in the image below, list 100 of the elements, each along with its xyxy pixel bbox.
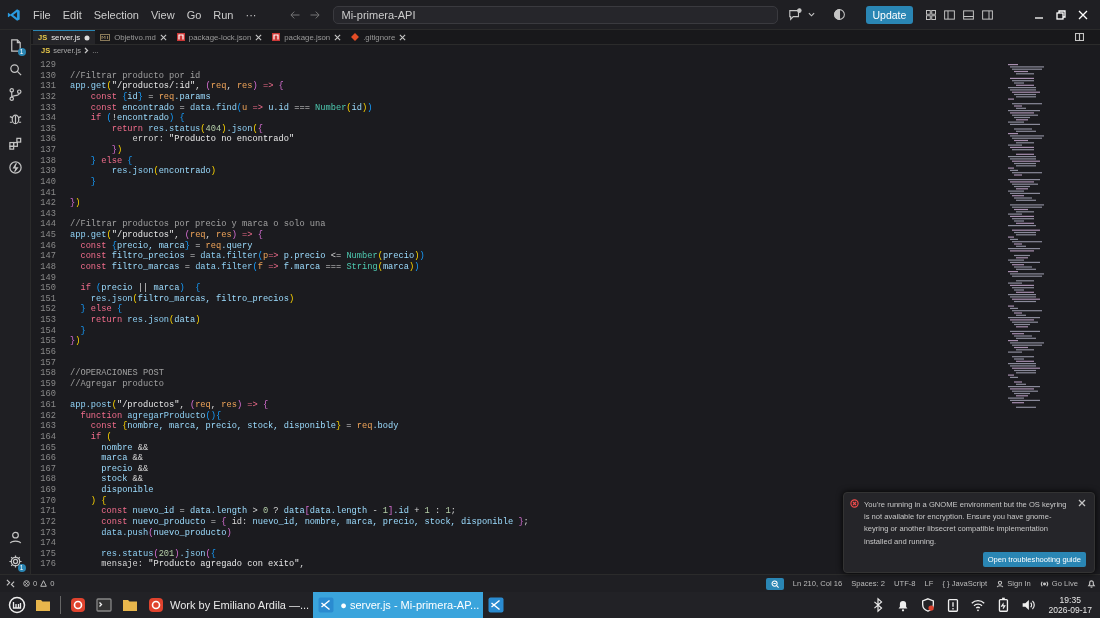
close-icon[interactable] xyxy=(159,33,167,41)
grid-layout-icon[interactable] xyxy=(925,8,938,21)
code-line: }) xyxy=(70,198,81,209)
code-line: disponible xyxy=(100,485,154,496)
line-number: 159 xyxy=(39,378,57,390)
warning-icon xyxy=(40,580,48,587)
shield-icon[interactable] xyxy=(919,597,936,613)
line-number: 176 xyxy=(39,559,57,570)
code-line: } xyxy=(89,176,97,188)
line-number: 142 xyxy=(39,198,57,209)
line-number: 150 xyxy=(39,283,57,294)
code-line: if ( xyxy=(89,431,112,443)
close-icon[interactable] xyxy=(334,33,342,41)
code-line: res.json(filtro_marcas, filtro_precios) xyxy=(89,293,295,304)
code-line: }) xyxy=(70,336,81,347)
chevron-down-icon[interactable] xyxy=(807,11,815,18)
zoom-button[interactable] xyxy=(765,577,784,590)
line-number: 144 xyxy=(39,219,57,230)
panel-layout-icon[interactable] xyxy=(962,8,976,21)
wifi-icon[interactable] xyxy=(969,597,986,613)
close-icon[interactable] xyxy=(399,33,407,41)
menu-item[interactable]: Run xyxy=(207,6,240,23)
chevron-right-icon xyxy=(84,47,90,54)
line-number: 134 xyxy=(39,113,57,124)
line-number: 171 xyxy=(39,506,57,517)
line-number: 143 xyxy=(39,208,57,220)
line-number: 158 xyxy=(39,368,57,379)
app-logo-icon xyxy=(7,7,21,22)
sidebar-layout-icon[interactable] xyxy=(943,8,957,21)
line-number: 148 xyxy=(39,261,57,273)
code-line: //OPERACIONES POST xyxy=(70,368,164,379)
secondary-sidebar-icon[interactable] xyxy=(981,8,995,21)
menu-item[interactable]: Selection xyxy=(87,6,145,23)
code-line: res.status(201).json({ xyxy=(100,548,216,559)
line-number: 130 xyxy=(39,70,57,82)
notification-bell-icon[interactable] xyxy=(1087,579,1096,588)
line-number: 146 xyxy=(39,240,57,252)
taskbar-button[interactable]: Work by Emiliano Ardila —... xyxy=(143,592,314,618)
extensions-icon[interactable] xyxy=(7,135,23,151)
unsaved-dot-icon[interactable] xyxy=(84,34,91,41)
clock-date[interactable]: 2026-09-17 xyxy=(1048,605,1092,615)
line-number: 173 xyxy=(39,527,57,539)
line-number: 174 xyxy=(39,538,57,549)
menu-item[interactable]: File xyxy=(27,6,57,23)
restore-icon[interactable] xyxy=(1056,9,1066,20)
search-icon[interactable] xyxy=(7,62,23,78)
code-line: return res.status(404).json({ xyxy=(110,123,263,134)
line-number: 129 xyxy=(39,60,57,71)
code-line: const filtro_precios = data.filter(p=> p.precio <= Number(precio)) xyxy=(79,251,425,262)
forward-arrow-icon[interactable] xyxy=(308,8,321,21)
code-line: marca && xyxy=(100,453,143,464)
line-number: 136 xyxy=(39,134,57,145)
line-number: 153 xyxy=(39,315,57,326)
code-line: const filtro_marcas = data.filter(f => f.marca === String(marca)) xyxy=(79,261,420,273)
menu-item[interactable]: View xyxy=(144,6,181,23)
menu-item[interactable]: Go xyxy=(180,6,208,23)
settings-icon[interactable] xyxy=(7,554,23,570)
code-line: } else { xyxy=(79,304,123,315)
remote-icon[interactable] xyxy=(6,579,15,588)
source-control-icon[interactable] xyxy=(7,86,23,102)
code-line: app.get("/productos/:id", (req, res) => { xyxy=(70,81,284,92)
account-icon[interactable] xyxy=(7,529,23,545)
line-number: 139 xyxy=(39,166,57,177)
line-number: 163 xyxy=(39,421,57,432)
code-line: app.post("/productos", (req, res) => { xyxy=(70,400,269,411)
line-number: 138 xyxy=(39,155,57,167)
line-number: 140 xyxy=(39,176,57,188)
code-line: }) xyxy=(110,145,123,156)
line-number: 132 xyxy=(39,91,57,103)
line-number: 152 xyxy=(39,304,57,315)
code-line: mensaje: "Producto agregado con exito", xyxy=(100,559,305,570)
chat-icon[interactable] xyxy=(787,8,802,21)
code-line: function agregarProducto(){ xyxy=(79,410,222,421)
line-number: 149 xyxy=(39,272,57,284)
markdown-file-icon xyxy=(100,33,111,41)
close-icon[interactable] xyxy=(255,33,263,41)
line-number: 168 xyxy=(39,474,57,485)
line-number: 157 xyxy=(39,357,57,369)
code-line: //Agregar producto xyxy=(70,378,164,390)
browser-icon xyxy=(69,596,87,614)
back-arrow-icon[interactable] xyxy=(288,8,301,21)
lightning-icon[interactable] xyxy=(7,160,23,176)
code-line: data.push(nuevo_producto) xyxy=(100,527,232,539)
split-editor-icon[interactable] xyxy=(1075,33,1084,41)
code-line: if (precio || marca) { xyxy=(79,283,201,294)
contrast-icon[interactable] xyxy=(832,8,846,21)
line-number: 167 xyxy=(39,463,57,475)
line-number: 156 xyxy=(39,346,57,358)
menu-item[interactable]: Edit xyxy=(56,6,88,23)
code-editor-icon xyxy=(487,596,506,614)
command-center-field[interactable]: Mi-primera-API xyxy=(332,5,778,24)
code-line: if (!encontrado) { xyxy=(89,113,185,124)
line-number: 137 xyxy=(39,145,57,156)
update-button[interactable]: Update xyxy=(865,5,914,24)
line-number: 155 xyxy=(39,336,57,347)
git-file-icon xyxy=(351,33,360,41)
close-icon[interactable] xyxy=(1078,498,1086,507)
code-line: nombre && xyxy=(100,442,149,454)
clock-time[interactable]: 19:35 xyxy=(1059,595,1081,605)
menu-item[interactable]: ··· xyxy=(239,6,263,23)
